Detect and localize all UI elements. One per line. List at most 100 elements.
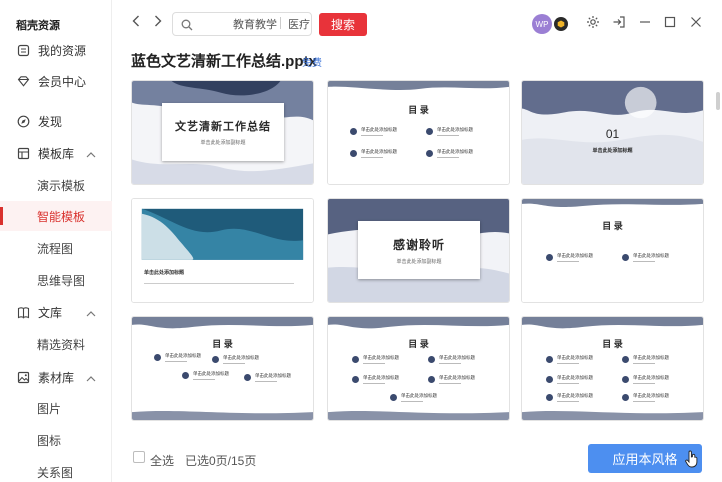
maximize-button[interactable] (662, 16, 678, 32)
app-title: 稻壳资源 (16, 20, 60, 32)
sidebar-item-label: 我的资源 (38, 43, 87, 58)
avatar[interactable]: WP (532, 14, 552, 34)
sidebar-item-selected-materials[interactable]: 精选资料 (0, 329, 112, 359)
sidebar-item-vip-center[interactable]: 会员中心 (0, 66, 112, 96)
back-button[interactable] (127, 14, 145, 32)
toc-item: 单击此处添加标题 (546, 393, 593, 402)
sidebar-item-pictures[interactable]: 图片 (0, 393, 112, 423)
sidebar-item-label: 素材库 (38, 370, 75, 385)
sidebar-item-discover[interactable]: 发现 (0, 106, 112, 136)
toc-item: 单击此处添加标题 (390, 393, 437, 402)
placeholder-line (144, 283, 294, 284)
sidebar-item-label: 演示模板 (37, 178, 86, 193)
settings-button[interactable] (585, 15, 601, 34)
toc-item: 单击此处添加标题 (428, 355, 475, 364)
ocean-photo (132, 199, 313, 302)
sidebar-item-label: 模板库 (38, 146, 75, 161)
sidebar-item-label: 关系图 (37, 465, 74, 480)
chevron-up-icon[interactable] (86, 307, 96, 321)
minimize-icon (639, 15, 651, 33)
toc-item: 单击此处添加标题 (182, 371, 229, 380)
slide-thumbnail-section[interactable]: 01 单击此处添加标题 (521, 80, 704, 185)
sidebar-item-relationship-diagrams[interactable]: 关系图 (0, 457, 112, 482)
template-icon (16, 146, 30, 160)
sidebar-item-template-library[interactable]: 模板库 (0, 138, 112, 168)
sidebar-item-presentation-templates[interactable]: 演示模板 (0, 170, 112, 200)
resource-icon (16, 43, 30, 57)
sidebar-item-label: 发现 (38, 114, 63, 129)
hand-cursor-icon (685, 450, 699, 473)
book-icon (16, 305, 30, 319)
image-icon (16, 370, 30, 384)
thanks-title-card: 感谢聆听 单击此处添加副标题 (358, 221, 480, 279)
thanks-title: 感谢聆听 (392, 237, 445, 252)
sidebar-item-library[interactable]: 文库 (0, 297, 112, 327)
scrollbar-thumb[interactable] (716, 92, 720, 110)
toc-item: 单击此处添加标题 (546, 355, 593, 364)
sidebar-item-label: 会员中心 (38, 74, 87, 89)
slide-thumbnail-toc[interactable]: 目 录 单击此处添加标题 单击此处添加标题 (521, 198, 704, 303)
select-all-checkbox[interactable] (133, 451, 145, 463)
free-badge: 免费 (302, 58, 322, 69)
sidebar-item-my-resources[interactable]: 我的资源 (0, 35, 112, 65)
tag-divider (280, 17, 281, 29)
sidebar-item-mind-map[interactable]: 思维导图 (0, 265, 112, 295)
toc-heading: 目 录 (408, 339, 429, 349)
chevron-right-icon (154, 14, 162, 32)
close-icon (690, 15, 702, 33)
sidebar-item-flowchart[interactable]: 流程图 (0, 233, 112, 263)
slide-thumbnail-photo[interactable]: 单击此处添加标题 (131, 198, 314, 303)
vip-badge-icon (554, 17, 568, 31)
sidebar-item-label: 图标 (37, 433, 62, 448)
photo-slide-label: 单击此处添加标题 (144, 270, 185, 276)
search-button[interactable]: 搜索 (319, 13, 367, 36)
toc-item: 单击此处添加标题 (350, 127, 397, 136)
search-icon (181, 18, 193, 36)
sidebar-item-smart-templates[interactable]: 智能模板 (0, 201, 112, 231)
slide-thumbnail-cover[interactable]: 文艺清新工作总结 单击此处添加副标题 (131, 80, 314, 185)
toc-item: 单击此处添加标题 (622, 253, 669, 262)
toc-item: 单击此处添加标题 (350, 149, 397, 158)
forward-button[interactable] (149, 14, 167, 32)
sidebar-item-label: 图片 (37, 401, 62, 416)
toc-item: 单击此处添加标题 (426, 127, 473, 136)
document-title: 蓝色文艺清新工作总结.pptx (131, 53, 317, 70)
toc-item: 单击此处添加标题 (546, 253, 593, 262)
ink-wash-background (522, 317, 703, 420)
toc-item: 单击此处添加标题 (352, 375, 399, 384)
cover-title: 文艺清新工作总结 (175, 121, 271, 133)
sidebar-item-icons[interactable]: 图标 (0, 425, 112, 455)
toc-item: 单击此处添加标题 (622, 393, 669, 402)
diamond-icon (16, 74, 30, 88)
sidebar-item-label: 流程图 (37, 241, 74, 256)
minimize-button[interactable] (637, 16, 653, 32)
slide-thumbnail-thanks[interactable]: 感谢聆听 单击此处添加副标题 (327, 198, 510, 303)
exit-icon (612, 15, 626, 34)
slide-thumbnail-toc[interactable]: 目 录 单击此处添加标题 单击此处添加标题 单击此处添加标题 单击此处添加标题 … (327, 316, 510, 421)
cover-subtitle: 单击此处添加副标题 (200, 140, 246, 146)
slide-thumbnail-toc[interactable]: 目 录 单击此处添加标题 单击此处添加标题 单击此处添加标题 单击此处添加标题 … (521, 316, 704, 421)
slide-thumbnail-toc[interactable]: 目 录 单击此处添加标题 单击此处添加标题 单击此处添加标题 单击此处添加标题 (327, 80, 510, 185)
compass-icon (16, 114, 30, 128)
search-tag-medical[interactable]: 医疗 (288, 16, 310, 32)
toc-item: 单击此处添加标题 (426, 149, 473, 158)
chevron-up-icon[interactable] (86, 148, 96, 162)
toc-item: 单击此处添加标题 (244, 373, 291, 382)
slide-thumbnail-toc[interactable]: 目 录 单击此处添加标题 单击此处添加标题 单击此处添加标题 单击此处添加标题 (131, 316, 314, 421)
gear-icon (586, 15, 600, 34)
chevron-left-icon (132, 14, 140, 32)
slide-thumbnail-grid: 文艺清新工作总结 单击此处添加副标题 目 录 单击此处添加标题 单击此处添加标题… (131, 80, 713, 436)
search-tag-education[interactable]: 教育教学 (233, 16, 277, 32)
sidebar-item-label: 文库 (38, 305, 63, 320)
toc-item: 单击此处添加标题 (622, 375, 669, 384)
search-input[interactable] (201, 16, 231, 32)
exit-button[interactable] (611, 15, 627, 34)
select-all-label[interactable]: 全选 (150, 452, 174, 469)
sidebar-item-material-library[interactable]: 素材库 (0, 362, 112, 392)
toc-heading: 目 录 (212, 339, 233, 349)
toc-heading: 目 录 (602, 339, 623, 349)
toc-item: 单击此处添加标题 (352, 355, 399, 364)
chevron-up-icon[interactable] (86, 372, 96, 386)
sidebar: 稻壳资源 我的资源 会员中心 发现 模板库 演示模板 智能模板 流程图 思维导图 (0, 0, 112, 482)
close-button[interactable] (688, 16, 704, 32)
